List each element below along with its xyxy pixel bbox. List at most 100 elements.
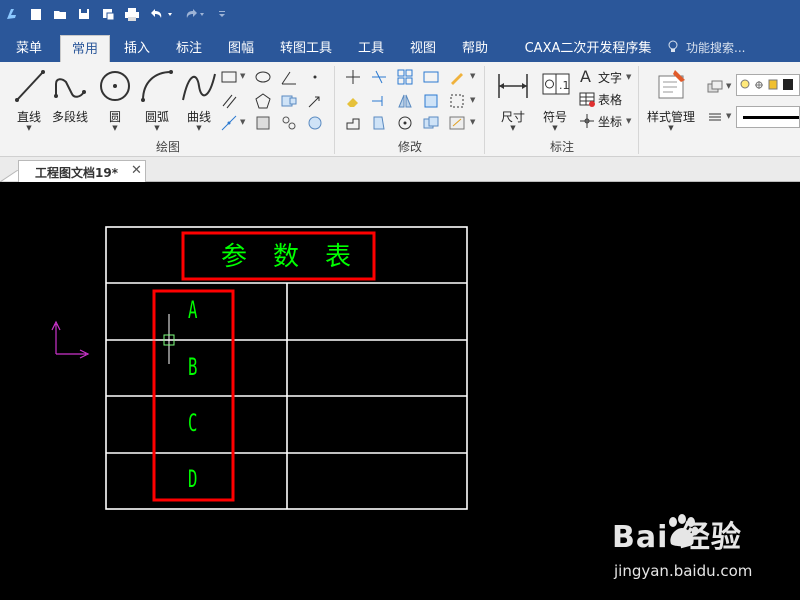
centerline-icon[interactable] bbox=[280, 92, 298, 110]
ribbon-tab-bar: 菜单 常用 插入 标注 图幅 转图工具 工具 视图 帮助 CAXA二次开发程序集… bbox=[0, 30, 800, 62]
boundary-icon[interactable] bbox=[254, 114, 272, 132]
print-icon[interactable] bbox=[122, 4, 142, 24]
axis-gizmo-x bbox=[56, 349, 90, 359]
construction-line-icon[interactable] bbox=[220, 114, 238, 132]
tab-view[interactable]: 视图 bbox=[402, 35, 444, 62]
array-icon[interactable] bbox=[396, 68, 414, 86]
layer-tools-icon[interactable] bbox=[706, 78, 724, 96]
line-icon bbox=[15, 70, 45, 102]
feature-search[interactable]: 功能搜索... bbox=[666, 35, 745, 62]
polygon-icon[interactable] bbox=[254, 92, 272, 110]
symbol-button[interactable]: .1 符号 ▼ bbox=[532, 66, 578, 132]
svg-text:A: A bbox=[580, 67, 591, 85]
row-label-a: A bbox=[188, 296, 198, 324]
tab-caxa-dev[interactable]: CAXA二次开发程序集 bbox=[512, 35, 664, 62]
redo-icon[interactable] bbox=[180, 4, 208, 24]
tab-tools[interactable]: 工具 bbox=[350, 35, 392, 62]
arc-label: 圆弧 bbox=[144, 110, 169, 124]
chamfer-icon[interactable] bbox=[448, 92, 466, 110]
stretch-icon[interactable] bbox=[344, 114, 362, 132]
rotate-icon[interactable] bbox=[396, 114, 414, 132]
erase-icon[interactable] bbox=[344, 92, 362, 110]
extend-icon[interactable] bbox=[370, 92, 388, 110]
dimension-button[interactable]: 尺寸 ▼ bbox=[490, 66, 536, 132]
curve-icon bbox=[182, 73, 216, 101]
polyline-icon bbox=[54, 78, 86, 98]
close-icon[interactable]: ✕ bbox=[131, 163, 142, 178]
customize-icon[interactable] bbox=[212, 4, 232, 24]
linetype-selector[interactable] bbox=[736, 106, 800, 128]
explode-icon[interactable] bbox=[370, 114, 388, 132]
document-tab[interactable]: 工程图文档19* ✕ bbox=[18, 160, 146, 182]
polyline-button[interactable]: 多段线 bbox=[48, 66, 92, 132]
search-placeholder: 功能搜索... bbox=[686, 41, 746, 55]
circle-label: 圆 bbox=[108, 110, 121, 124]
coordinate-icon bbox=[580, 114, 594, 128]
save-as-icon[interactable] bbox=[98, 4, 118, 24]
chevron-down-icon: ▼ bbox=[552, 124, 558, 132]
ellipse-icon[interactable] bbox=[254, 68, 272, 86]
arc-icon bbox=[141, 70, 173, 102]
layer-selector[interactable] bbox=[736, 74, 800, 96]
properties-icon[interactable] bbox=[448, 114, 466, 132]
group-divider bbox=[484, 66, 485, 154]
axis-gizmo-y bbox=[51, 320, 61, 354]
tab-menu[interactable]: 菜单 bbox=[8, 35, 50, 62]
table-title: 参 数 表 bbox=[221, 242, 352, 272]
tab-insert[interactable]: 插入 bbox=[116, 35, 158, 62]
new-file-icon[interactable] bbox=[26, 4, 46, 24]
pencil-icon[interactable] bbox=[448, 68, 466, 86]
tab-help[interactable]: 帮助 bbox=[454, 35, 496, 62]
chevron-down-icon: ▼ bbox=[154, 124, 160, 132]
copy-icon[interactable] bbox=[422, 114, 440, 132]
chevron-down-icon: ▼ bbox=[510, 124, 516, 132]
table-icon bbox=[579, 92, 595, 107]
chevron-down-icon: ▼ bbox=[626, 117, 632, 125]
tab-frame[interactable]: 图幅 bbox=[220, 35, 262, 62]
tab-convert-tools[interactable]: 转图工具 bbox=[274, 35, 338, 62]
point-icon[interactable] bbox=[306, 68, 324, 86]
block-icon[interactable] bbox=[280, 114, 298, 132]
coordinate-button[interactable]: 坐标 bbox=[598, 113, 622, 130]
row-label-d: D bbox=[188, 465, 198, 493]
offset-icon[interactable] bbox=[422, 68, 440, 86]
table-button[interactable]: 表格 bbox=[598, 91, 622, 108]
hatch-arrow-icon[interactable] bbox=[306, 92, 324, 110]
draw-group-label: 绘图 bbox=[156, 140, 181, 154]
app-logo-icon[interactable] bbox=[2, 4, 22, 24]
watermark-url: jingyan.baidu.com bbox=[614, 562, 753, 580]
paw-logo-icon bbox=[669, 514, 699, 547]
parallel-line-icon[interactable] bbox=[220, 92, 238, 110]
trim-icon[interactable] bbox=[370, 68, 388, 86]
scale-icon[interactable] bbox=[422, 92, 440, 110]
chevron-down-icon: ▼ bbox=[196, 124, 202, 132]
document-tab-title: 工程图文档19* bbox=[35, 166, 118, 180]
fill-icon[interactable] bbox=[306, 114, 324, 132]
style-manager-button[interactable]: 样式管理 ▼ bbox=[644, 66, 698, 132]
circle-icon bbox=[100, 71, 130, 101]
title-bar bbox=[0, 0, 800, 30]
move-icon[interactable] bbox=[344, 68, 362, 86]
line-button[interactable]: 直线 ▼ bbox=[6, 66, 52, 132]
tab-common[interactable]: 常用 bbox=[60, 35, 110, 62]
undo-icon[interactable] bbox=[146, 4, 174, 24]
annotate-group-label: 标注 bbox=[550, 140, 575, 154]
chevron-down-icon: ▼ bbox=[26, 124, 32, 132]
linetype-preview bbox=[743, 116, 799, 119]
text-button[interactable]: 文字 bbox=[598, 69, 622, 86]
modify-group-label: 修改 bbox=[398, 140, 423, 154]
lightbulb-icon bbox=[668, 40, 678, 52]
save-icon[interactable] bbox=[74, 4, 94, 24]
curve-button[interactable]: 曲线 ▼ bbox=[176, 66, 222, 132]
svg-text:.1: .1 bbox=[559, 79, 570, 92]
polyline-label: 多段线 bbox=[51, 110, 88, 124]
mirror-icon[interactable] bbox=[396, 92, 414, 110]
rectangle-icon[interactable] bbox=[220, 68, 238, 86]
open-file-icon[interactable] bbox=[50, 4, 70, 24]
tab-annotate[interactable]: 标注 bbox=[168, 35, 210, 62]
angle-line-icon[interactable] bbox=[280, 68, 298, 86]
chevron-down-icon: ▼ bbox=[240, 72, 246, 80]
arc-button[interactable]: 圆弧 ▼ bbox=[134, 66, 180, 132]
circle-button[interactable]: 圆 ▼ bbox=[92, 66, 138, 132]
linetype-list-icon[interactable] bbox=[706, 108, 724, 126]
